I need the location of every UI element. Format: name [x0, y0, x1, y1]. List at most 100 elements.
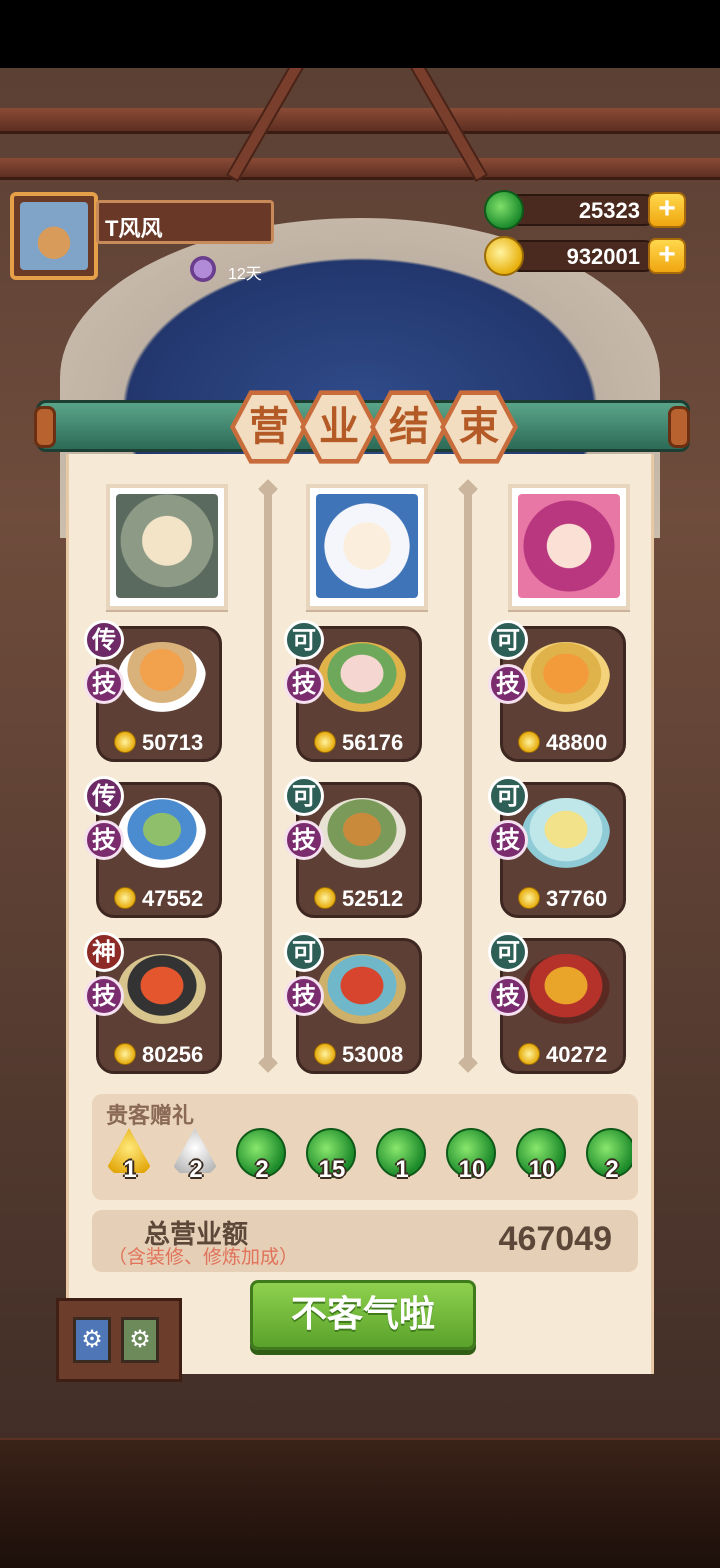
- total-value: 467049: [498, 1220, 612, 1258]
- floor: [0, 1440, 720, 1568]
- gift-qty: 2: [255, 1156, 269, 1183]
- banner-char: 结: [375, 395, 443, 459]
- gift-qty: 2: [605, 1156, 619, 1183]
- rank-badge: 可: [488, 620, 528, 660]
- column-divider: [264, 484, 272, 1064]
- player-name: T风风: [96, 200, 274, 244]
- total-revenue: 总营业额 （含装修、修炼加成） 467049: [92, 1210, 638, 1272]
- gift-qty: 1: [123, 1156, 137, 1183]
- roof-beam: [0, 158, 720, 180]
- gold-coin-icon: [314, 1043, 336, 1065]
- dish-price-value: 50713: [142, 730, 204, 755]
- add-jade-button[interactable]: +: [648, 192, 686, 228]
- status-bar-area: [0, 0, 720, 68]
- chef-portrait[interactable]: [508, 484, 630, 610]
- confirm-button[interactable]: 不客气啦: [250, 1280, 476, 1350]
- gift-qty: 1: [395, 1156, 409, 1183]
- dish-card[interactable]: 传 技 47552: [84, 776, 222, 918]
- dish-price-value: 40272: [546, 1042, 608, 1067]
- skill-badge: 技: [84, 820, 124, 860]
- gold-coin-icon: [314, 731, 336, 753]
- calendar-character-icon: [190, 256, 216, 282]
- skill-badge: 技: [488, 820, 528, 860]
- gold-coin-icon: [484, 236, 524, 276]
- dish-price: 53008: [314, 1042, 403, 1068]
- chef-portrait[interactable]: [106, 484, 228, 610]
- gold-coin-icon: [518, 887, 540, 909]
- skill-badge: 技: [284, 976, 324, 1016]
- dish-card[interactable]: 传 技 50713: [84, 620, 222, 762]
- dish-image-icon: [522, 642, 610, 712]
- roof-beam: [0, 108, 720, 134]
- dish-price: 47552: [114, 886, 203, 912]
- scroll-end-right: [668, 406, 690, 448]
- rank-badge: 可: [488, 932, 528, 972]
- gear-icon[interactable]: ⚙: [73, 1317, 111, 1363]
- chef-portrait[interactable]: [306, 484, 428, 610]
- dish-card[interactable]: 可 技 56176: [284, 620, 422, 762]
- dish-image-icon: [522, 798, 610, 868]
- jade-value: 25323: [578, 198, 640, 223]
- dish-card[interactable]: 可 技 48800: [488, 620, 626, 762]
- dish-price-value: 48800: [546, 730, 608, 755]
- gift-qty: 10: [458, 1156, 486, 1183]
- gifts-title: 贵客赠礼: [106, 1103, 195, 1128]
- dish-card[interactable]: 可 技 40272: [488, 932, 626, 1074]
- dish-image-icon: [118, 642, 206, 712]
- dish-image-icon: [318, 642, 406, 712]
- chef-face: [116, 494, 218, 598]
- chef-face: [518, 494, 620, 598]
- gift-item[interactable]: 10: [446, 1128, 498, 1192]
- rank-badge: 传: [84, 620, 124, 660]
- dish-price: 50713: [114, 730, 203, 756]
- gift-qty: 15: [318, 1156, 346, 1183]
- add-gold-button[interactable]: +: [648, 238, 686, 274]
- dish-price-value: 80256: [142, 1042, 204, 1067]
- dish-price-value: 37760: [546, 886, 608, 911]
- gift-item[interactable]: 10: [516, 1128, 568, 1192]
- dish-card[interactable]: 可 技 53008: [284, 932, 422, 1074]
- dish-card[interactable]: 神 技 80256: [84, 932, 222, 1074]
- rank-badge: 可: [488, 776, 528, 816]
- dish-price: 37760: [518, 886, 607, 912]
- banner-char: 束: [445, 395, 513, 459]
- gold-currency: 932001 +: [484, 236, 688, 276]
- skill-badge: 技: [84, 664, 124, 704]
- skill-badge: 技: [488, 664, 528, 704]
- guest-gifts: 贵客赠礼 1 2 2 15 1 10 10 2: [92, 1094, 638, 1200]
- chef-face: [316, 494, 418, 598]
- gold-coin-icon: [114, 887, 136, 909]
- total-sub-label: （含装修、修炼加成）: [108, 1247, 299, 1268]
- gift-item[interactable]: 15: [306, 1128, 358, 1192]
- dish-price-value: 56176: [342, 730, 404, 755]
- gift-item[interactable]: 2: [236, 1128, 288, 1192]
- player-avatar-frame[interactable]: [10, 192, 98, 280]
- days-label: 12天: [228, 266, 262, 283]
- skill-badge: 技: [84, 976, 124, 1016]
- gift-item[interactable]: 2: [586, 1128, 632, 1192]
- jade-icon: [484, 190, 524, 230]
- dish-price: 48800: [518, 730, 607, 756]
- scroll-end-left: [34, 406, 56, 448]
- dish-price: 56176: [314, 730, 403, 756]
- gold-value: 932001: [566, 244, 640, 269]
- dish-price: 80256: [114, 1042, 203, 1068]
- dish-card[interactable]: 可 技 52512: [284, 776, 422, 918]
- settings-stand: ⚙ ⚙: [56, 1298, 182, 1382]
- dish-image-icon: [118, 798, 206, 868]
- jade-currency: 25323 +: [484, 190, 688, 230]
- rank-badge: 可: [284, 620, 324, 660]
- gift-qty: 2: [189, 1156, 203, 1183]
- dish-card[interactable]: 可 技 37760: [488, 776, 626, 918]
- gift-item[interactable]: 1: [376, 1128, 428, 1192]
- banner-char: 业: [305, 395, 373, 459]
- days-counter: 12天: [190, 256, 280, 284]
- gear-icon[interactable]: ⚙: [121, 1317, 159, 1363]
- rank-badge: 可: [284, 932, 324, 972]
- gold-coin-icon: [518, 1043, 540, 1065]
- gold-coin-icon: [314, 887, 336, 909]
- banner-char: 营: [235, 395, 303, 459]
- dish-price: 52512: [314, 886, 403, 912]
- gift-item[interactable]: 1: [104, 1128, 156, 1192]
- gift-item[interactable]: 2: [170, 1128, 222, 1192]
